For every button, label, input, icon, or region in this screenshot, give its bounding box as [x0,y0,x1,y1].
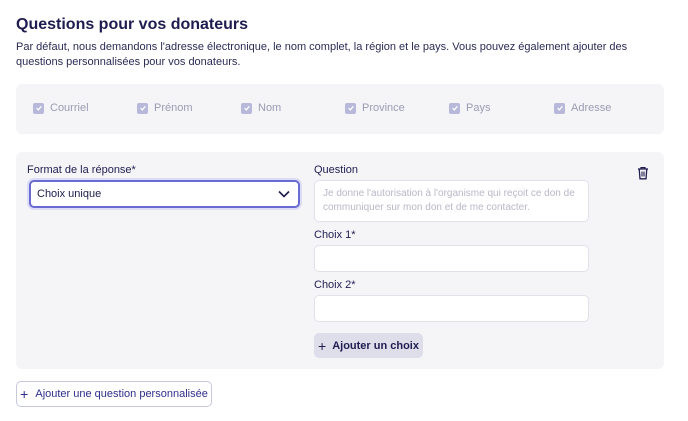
default-field-label: Province [362,102,405,114]
section-description: Par défaut, nous demandons l'adresse éle… [16,41,628,68]
checkbox-checked-icon [345,102,356,114]
default-field-prenom: Prénom [137,102,193,114]
choice2-label: Choix 2* [314,279,356,291]
checkbox-checked-icon [241,102,252,114]
format-select[interactable]: Choix unique [29,180,300,208]
default-field-label: Courriel [50,102,89,114]
format-label: Format de la réponse* [27,164,136,176]
question-textarea[interactable]: Je donne l'autorisation à l'organisme qu… [314,180,589,222]
default-field-label: Pays [466,102,491,114]
format-select-value: Choix unique [37,188,102,200]
add-custom-question-button[interactable]: + Ajouter une question personnalisée [16,381,212,407]
default-field-pays: Pays [449,102,490,114]
default-fields-panel: Courriel Prénom Nom Province Pays Adress… [16,84,664,134]
default-field-label: Nom [258,102,282,114]
choice2-input[interactable] [314,295,589,322]
add-question-label: Ajouter une question personnalisée [35,388,208,400]
default-field-label: Prénom [154,102,193,114]
checkbox-checked-icon [554,102,565,114]
default-field-adresse: Adresse [554,102,611,114]
default-field-label: Adresse [571,102,612,114]
trash-icon[interactable] [637,166,649,180]
custom-question-card: Format de la réponse* Choix unique Quest… [16,152,664,369]
add-choice-button[interactable]: + Ajouter un choix [314,333,423,358]
section-title: Questions pour vos donateurs [16,16,249,33]
checkbox-checked-icon [449,102,460,114]
default-field-nom: Nom [241,102,281,114]
chevron-down-icon [278,190,290,198]
plus-icon: + [318,337,327,354]
choice1-label: Choix 1* [314,229,356,241]
question-label: Question [314,164,359,176]
checkbox-checked-icon [137,102,148,114]
choice1-input[interactable] [314,245,589,272]
default-field-courriel: Courriel [33,102,89,114]
default-field-province: Province [345,102,405,114]
checkbox-checked-icon [33,102,44,114]
add-choice-label: Ajouter un choix [332,339,419,352]
plus-icon: + [20,386,29,402]
